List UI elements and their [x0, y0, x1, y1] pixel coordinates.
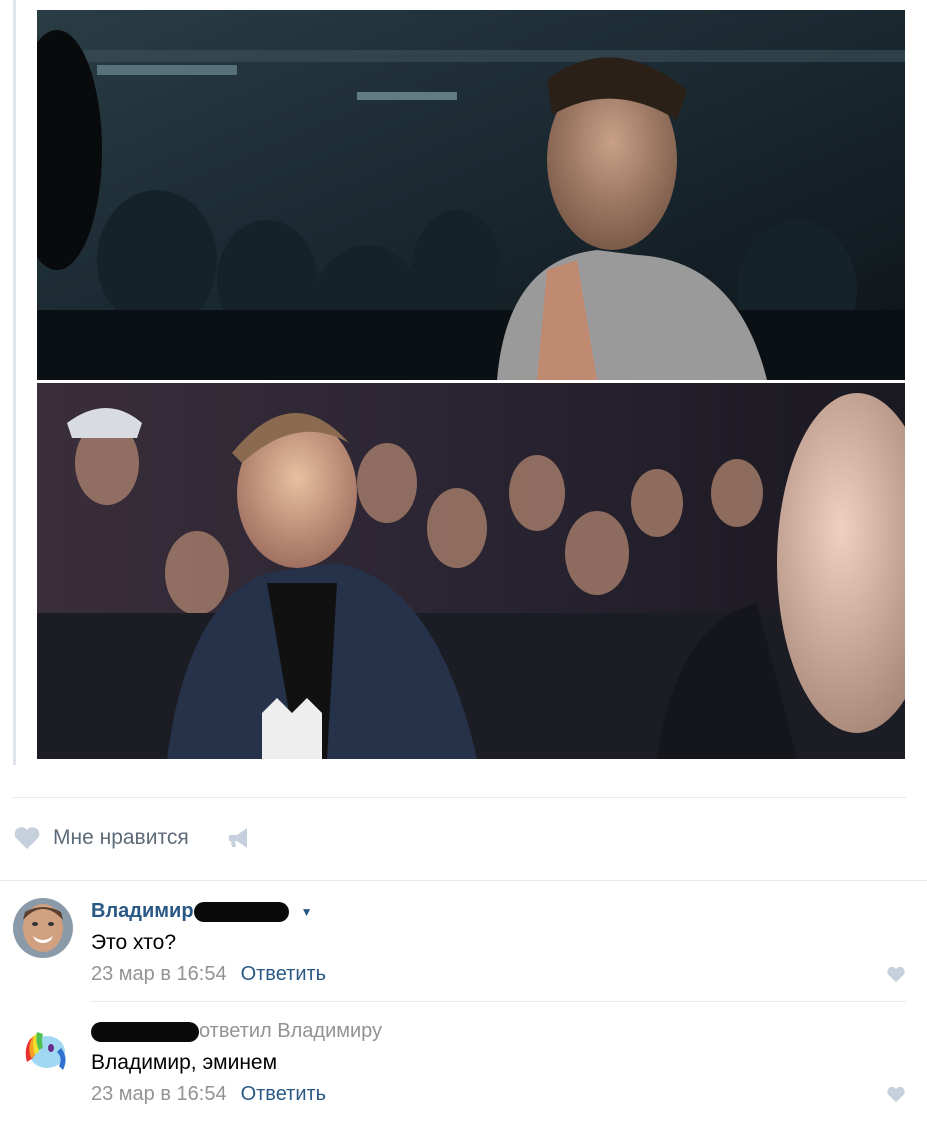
reply-button[interactable]: Ответить [241, 1083, 327, 1105]
post-divider-top [13, 797, 906, 798]
repost-indicator-line [13, 0, 16, 765]
reply-to-label[interactable]: ответил Владимиру [199, 1020, 382, 1042]
comment-meta: 23 мар в 16:54 Ответить [91, 963, 326, 986]
comment-meta: 23 мар в 16:54 Ответить [91, 1083, 326, 1106]
avatar[interactable] [13, 898, 73, 958]
comment-author: ответил Владимиру [91, 1020, 382, 1043]
photo-top-image [37, 10, 905, 380]
comment-item: ответил Владимиру Владимир, эминем 23 ма… [13, 1018, 906, 1113]
redaction-mark [91, 1021, 199, 1042]
comment-author-name[interactable]: Владимир [91, 900, 194, 922]
avatar-photo [13, 898, 73, 958]
post-actions: Мне нравится [13, 820, 253, 856]
megaphone-share-icon[interactable] [227, 826, 253, 850]
like-button-label[interactable]: Мне нравится [53, 826, 189, 850]
comment-author[interactable]: Владимир ▼ [91, 900, 312, 923]
comment-date[interactable]: 23 мар в 16:54 [91, 963, 227, 985]
comment-like-heart-icon[interactable] [886, 966, 906, 983]
dropdown-caret-icon[interactable]: ▼ [301, 905, 313, 919]
comment-item: Владимир ▼ Это хто? 23 мар в 16:54 Ответит… [13, 898, 906, 993]
reply-button[interactable]: Ответить [241, 963, 327, 985]
avatar[interactable] [13, 1018, 73, 1078]
post-photo-bottom[interactable] [37, 383, 905, 759]
comment-text: Это хто? [91, 931, 176, 954]
comment-like-heart-icon[interactable] [886, 1086, 906, 1103]
comment-text: Владимир, эминем [91, 1051, 278, 1074]
comment-date[interactable]: 23 мар в 16:54 [91, 1083, 227, 1105]
avatar-pony-image [13, 1018, 73, 1078]
photo-bottom-image [37, 383, 905, 759]
post-divider-bottom [0, 880, 927, 881]
redaction-mark [193, 901, 289, 922]
post-photo-top[interactable] [37, 10, 905, 380]
comment-divider [91, 1001, 906, 1002]
heart-icon[interactable] [13, 826, 41, 850]
